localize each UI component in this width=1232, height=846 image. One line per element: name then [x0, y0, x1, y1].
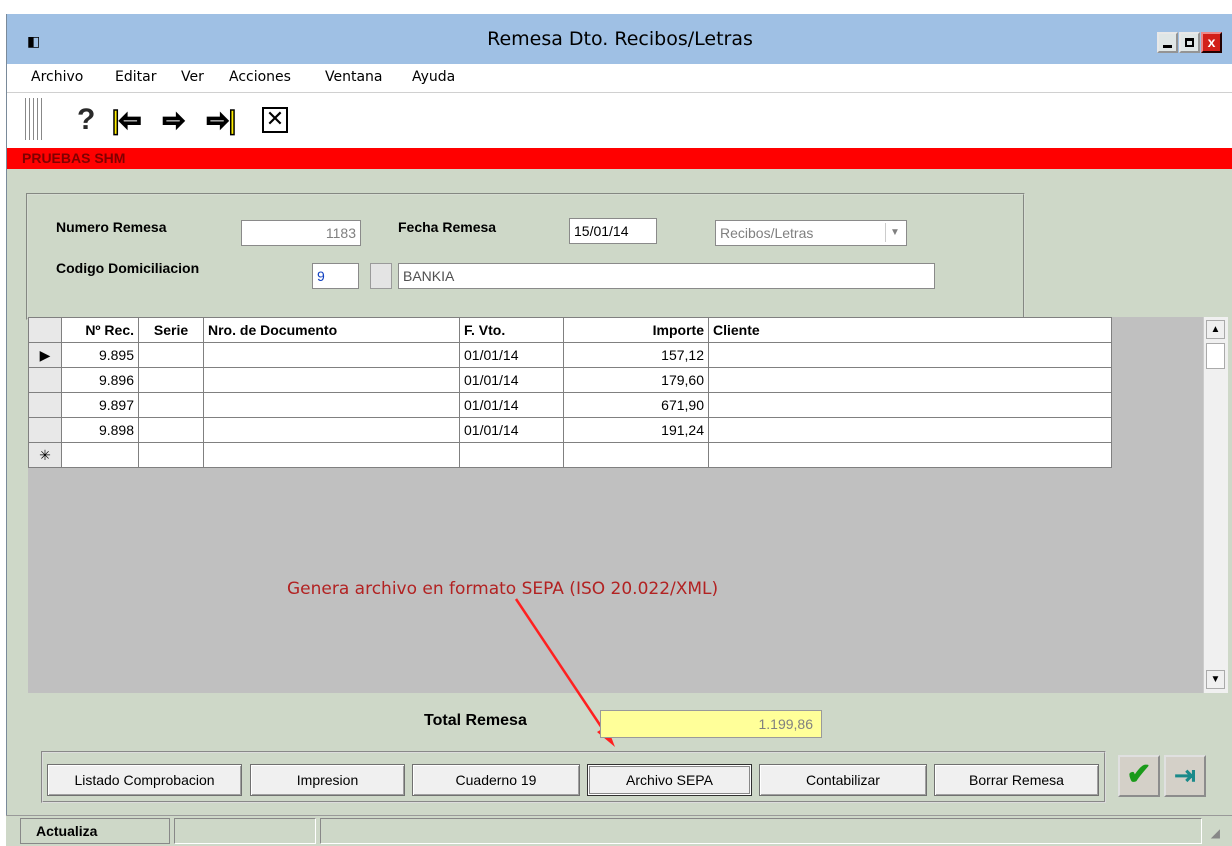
total-remesa-field[interactable]: 1.199,86	[600, 710, 822, 738]
archivo-sepa-button[interactable]: Archivo SEPA	[587, 764, 752, 796]
accept-button[interactable]: ✔	[1118, 755, 1160, 797]
status-panel-2	[174, 818, 316, 844]
borrar-remesa-button[interactable]: Borrar Remesa	[934, 764, 1099, 796]
status-bar: Actualiza ◢	[6, 815, 1232, 846]
exit-door-icon: ⇥	[1174, 760, 1196, 790]
resize-grip-icon[interactable]: ◢	[1211, 826, 1220, 840]
listado-comprobacion-button[interactable]: Listado Comprobacion	[47, 764, 242, 796]
checkmark-icon: ✔	[1126, 758, 1152, 791]
status-panel-action: Actualiza	[20, 818, 170, 844]
status-panel-3	[320, 818, 1202, 844]
total-remesa-label: Total Remesa	[424, 712, 527, 729]
cuaderno-19-button[interactable]: Cuaderno 19	[412, 764, 580, 796]
main-window: ◧ Remesa Dto. Recibos/Letras x Archivo E…	[6, 14, 1232, 845]
exit-button[interactable]: ⇥	[1164, 755, 1206, 797]
impresion-button[interactable]: Impresion	[250, 764, 405, 796]
contabilizar-button[interactable]: Contabilizar	[759, 764, 927, 796]
